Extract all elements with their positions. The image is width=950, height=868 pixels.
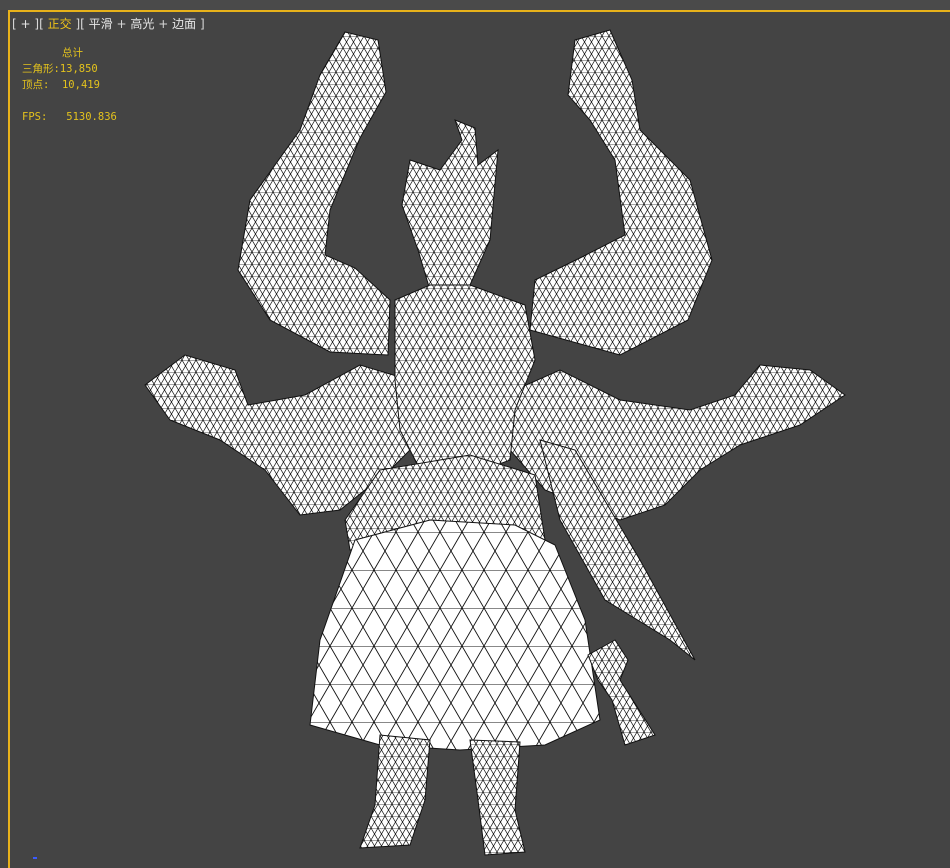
axis-tripod-icon [33, 857, 37, 859]
highlights-toggle[interactable]: 高光 [130, 17, 154, 31]
head [401, 119, 499, 291]
point-of-view-menu[interactable]: 正交 [48, 17, 72, 31]
statistics-overlay: 总计 三角形:13,850 顶点: 10,419 FPS: 5130.836 [22, 45, 117, 125]
wireframe-model[interactable] [0, 0, 950, 868]
label-separator: ][ [75, 17, 85, 31]
general-viewport-menu[interactable]: + [21, 17, 31, 31]
stats-triangles-label: 三角形: [22, 63, 60, 75]
left-leg [359, 734, 431, 849]
stats-title: 总计 [62, 47, 83, 59]
stats-vertices-value: 10,419 [61, 79, 100, 91]
label-plus: + [158, 17, 169, 31]
skirt [309, 519, 601, 751]
stats-vertices-label: 顶点: [22, 79, 50, 91]
right-leg [469, 739, 526, 856]
viewport-label-menu[interactable]: [ + ][ 正交 ][ 平滑 + 高光 + 边面 ] [12, 15, 205, 32]
stats-triangles-value: 13,850 [59, 63, 98, 75]
stats-fps-label: FPS: [22, 111, 48, 123]
stats-fps-value: 5130.836 [66, 111, 117, 123]
viewport[interactable]: [ + ][ 正交 ][ 平滑 + 高光 + 边面 ] 总计 三角形:13,85… [0, 0, 950, 868]
label-close-bracket: ] [199, 17, 205, 31]
stats-triangles-row: 三角形:13,850 [22, 61, 117, 77]
label-open-bracket: [ [12, 17, 17, 31]
stats-fps-row: FPS: 5130.836 [22, 109, 117, 125]
edged-faces-toggle[interactable]: 边面 [172, 17, 196, 31]
upper-left-arm [237, 31, 391, 356]
upper-right-arm [529, 29, 713, 356]
label-plus: + [116, 17, 127, 31]
shading-mode-menu[interactable]: 平滑 [89, 17, 113, 31]
stats-vertices-row: 顶点: 10,419 [22, 77, 117, 93]
tassel [587, 639, 656, 746]
label-separator: ][ [34, 17, 44, 31]
